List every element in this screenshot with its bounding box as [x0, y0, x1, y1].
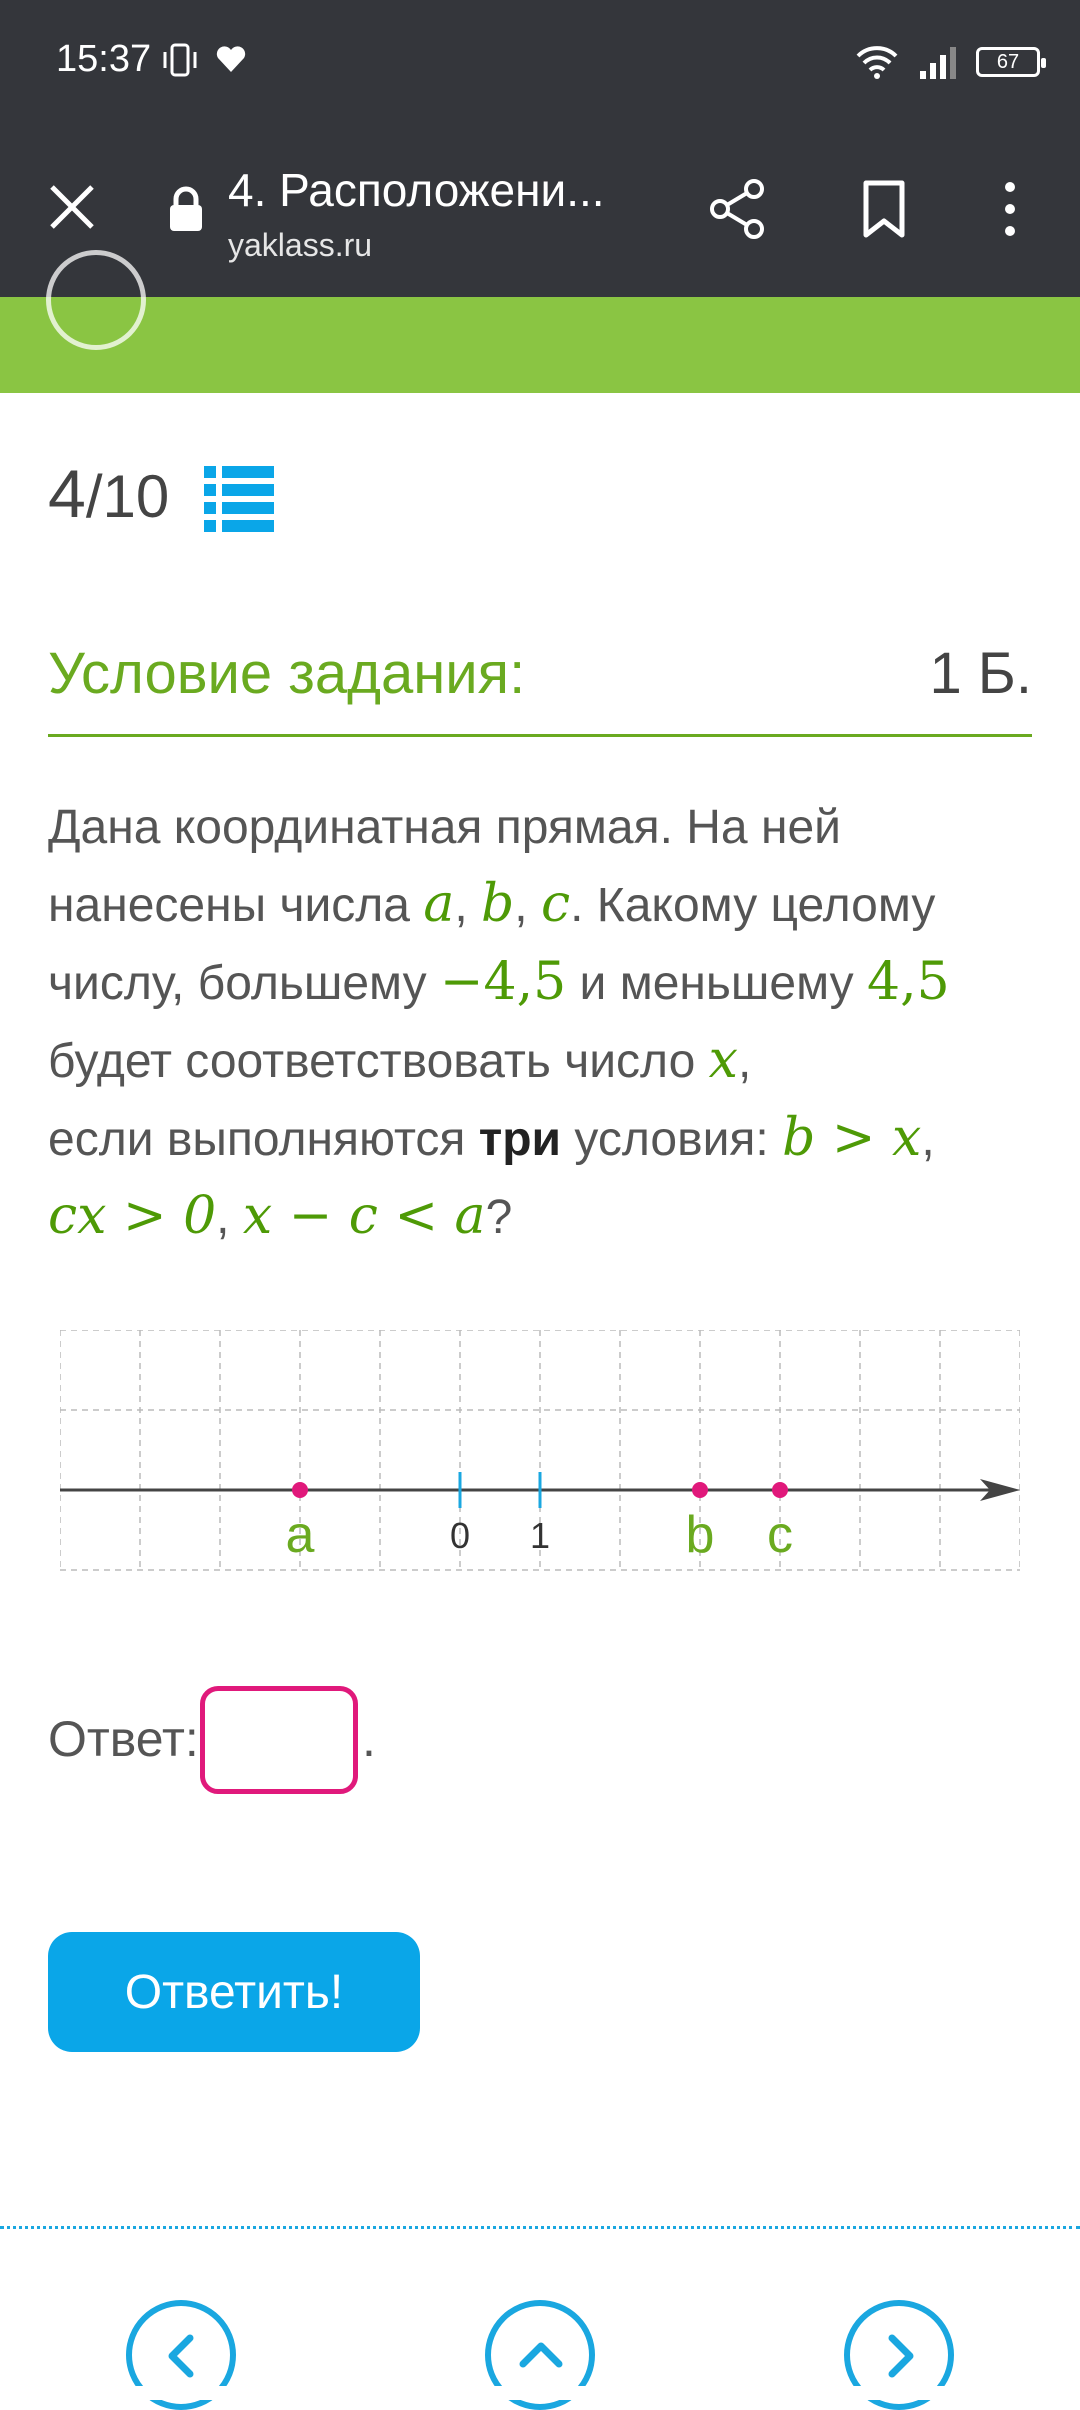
answer-trailing: . [362, 1711, 376, 1767]
close-icon[interactable] [44, 179, 100, 235]
math-number-upper: 4,5 [866, 952, 950, 1012]
math-condition-2: cx > 0 [48, 1186, 217, 1246]
condition-divider [48, 734, 1032, 737]
status-bar: 15:37 67 [0, 0, 1080, 125]
condition-points: 1 Б. [929, 641, 1032, 706]
problem-text-part: если выполняются [48, 1113, 479, 1166]
answer-input[interactable] [200, 1686, 358, 1794]
chevron-right-icon [888, 2334, 914, 2378]
task-list-icon[interactable] [204, 466, 274, 532]
point-label-b: b [686, 1506, 715, 1564]
problem-text-part: , [514, 879, 541, 932]
status-right-icons: 67 [854, 44, 1046, 80]
problem-text-part: , [216, 1191, 243, 1244]
problem-text-part: условия: [561, 1113, 783, 1166]
math-var-b: b [481, 874, 515, 934]
status-time: 15:37 [56, 38, 152, 80]
status-left-icons [160, 42, 248, 78]
answer-label: Ответ: [48, 1711, 199, 1767]
browser-toolbar: 4. Расположени... yaklass.ru [0, 125, 1080, 297]
heart-icon [216, 46, 246, 72]
chevron-left-icon [168, 2334, 194, 2378]
lock-icon [170, 186, 202, 231]
browser-domain: yaklass.ru [228, 227, 373, 263]
bookmark-icon[interactable] [860, 179, 908, 239]
site-header-strip [0, 297, 1080, 393]
wifi-icon [856, 46, 898, 79]
chevron-up-icon [519, 2342, 563, 2368]
math-number-lower: −4,5 [439, 952, 567, 1012]
problem-text-part: и меньшему [566, 957, 867, 1010]
math-var-a: a [423, 874, 455, 934]
problem-text: Дана координатная прямая. На ней нанесен… [48, 790, 1038, 1256]
math-condition-3: x − c < a [242, 1186, 486, 1246]
math-var-c: c [540, 874, 571, 934]
more-menu-icon[interactable] [990, 177, 1030, 241]
share-icon[interactable] [708, 177, 768, 241]
bottom-divider [0, 2226, 1080, 2229]
signal-icon [920, 47, 956, 79]
point-label-a: a [286, 1506, 315, 1564]
math-var-x: x [708, 1030, 738, 1090]
problem-text-part: , [454, 879, 481, 932]
problem-text-part: , [737, 1035, 752, 1088]
point-marker-c [772, 1482, 788, 1498]
problem-text-part: будет соответствовать число [48, 1035, 709, 1088]
point-marker-a [292, 1482, 308, 1498]
task-counter-current: 4 [48, 456, 86, 532]
problem-text-part: ? [485, 1191, 513, 1244]
problem-text-part: , [921, 1113, 935, 1166]
number-line-svg: 0 1 a b c [59, 1329, 1021, 1571]
number-line-figure: 0 1 a bc [59, 1329, 1021, 1580]
point-label-c: c [767, 1506, 793, 1564]
task-counter-total: /10 [85, 463, 170, 530]
battery-icon: 67 [976, 47, 1046, 77]
task-counter: 4/10 [48, 455, 169, 533]
browser-page-title: 4. Расположени... [228, 164, 605, 216]
tick-label: 0 [450, 1515, 470, 1556]
math-condition-1: b > x [782, 1108, 922, 1168]
tick-label: 1 [530, 1515, 550, 1556]
back-circle-icon[interactable] [46, 250, 146, 350]
condition-title: Условие задания: [48, 641, 526, 706]
vibrate-icon [163, 43, 197, 77]
submit-button[interactable]: Ответить! [48, 1932, 420, 2052]
point-marker-b [692, 1482, 708, 1498]
screen-bottom-edge [0, 2386, 1080, 2400]
battery-level: 67 [996, 50, 1020, 73]
problem-bold-word: три [478, 1113, 562, 1166]
